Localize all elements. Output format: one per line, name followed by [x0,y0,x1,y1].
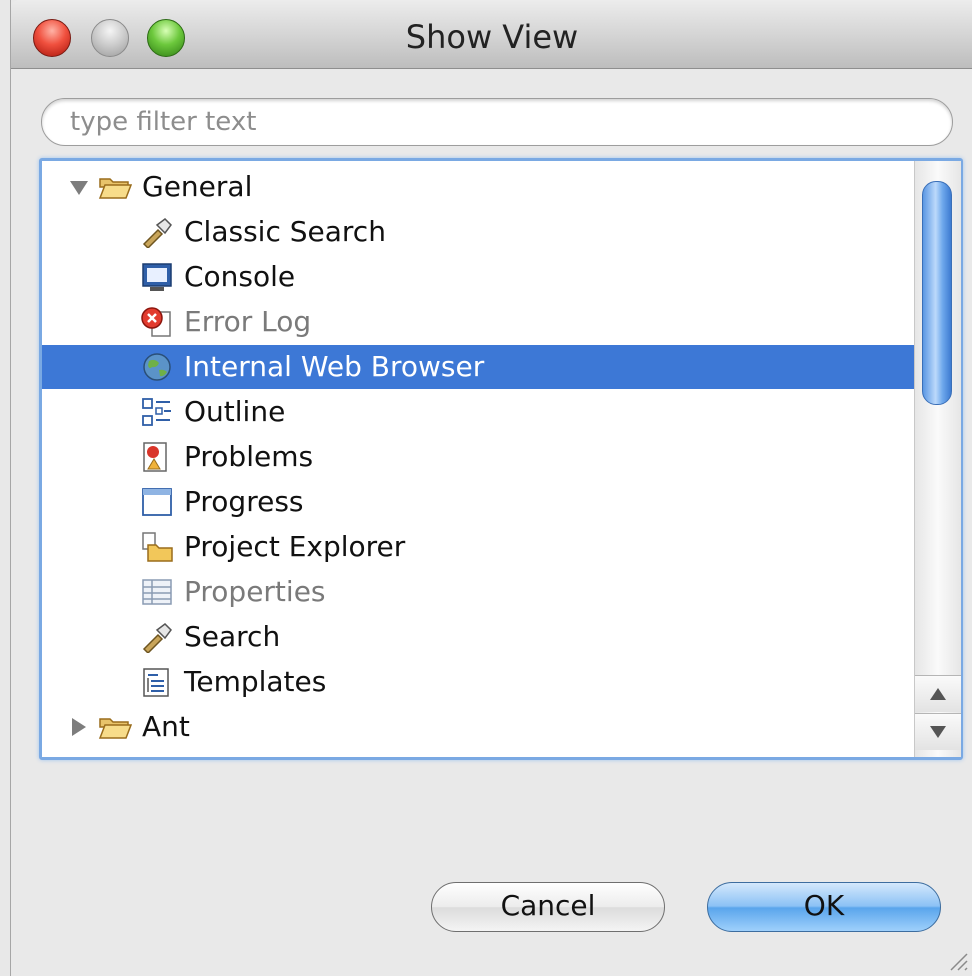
tree-category-general[interactable]: General [42,165,914,209]
tree-list: General Classic Search Console Error Log… [42,161,914,757]
arrow-down-icon [930,726,946,738]
tree-item-internal-web-browser[interactable]: Internal Web Browser [42,345,914,389]
tree-item-progress[interactable]: Progress [42,480,914,524]
tree-category-ant[interactable]: Ant [42,705,914,749]
progress-icon [142,488,172,516]
tree-item-label: Classic Search [184,215,386,248]
tree-item-console[interactable]: Console [42,255,914,299]
tree-item-templates[interactable]: Templates [42,660,914,704]
title-bar[interactable]: Show View [11,0,972,69]
project-explorer-icon [142,532,173,562]
tree-item-label: Outline [184,395,286,428]
tree-category-label: General [142,170,253,203]
templates-icon [143,668,169,697]
tree-item-label: Project Explorer [184,530,406,563]
tree-item-search[interactable]: Search [42,615,914,659]
tree-item-classic-search[interactable]: Classic Search [42,210,914,254]
cancel-button[interactable]: Cancel [431,882,665,932]
tree-item-label: Error Log [184,305,312,338]
folder-open-icon [98,178,132,199]
tree-item-label: Properties [184,575,326,608]
properties-icon [142,579,172,605]
vertical-scrollbar[interactable] [914,161,961,757]
filter-input[interactable] [68,105,932,139]
tree-item-label: Internal Web Browser [184,350,485,383]
view-tree: General Classic Search Console Error Log… [39,158,963,760]
folder-open-icon [98,718,132,739]
console-icon [142,263,172,291]
globe-icon [143,353,171,381]
tree-item-outline[interactable]: Outline [42,390,914,434]
filter-field[interactable] [41,98,953,146]
tree-item-label: Problems [184,440,314,473]
expanded-arrow-icon[interactable] [70,181,88,195]
scroll-up-button[interactable] [915,675,961,712]
collapsed-arrow-icon[interactable] [72,718,86,736]
tree-item-label: Console [184,260,296,293]
scrollbar-thumb[interactable] [922,181,952,405]
problems-icon [143,442,167,472]
tree-item-label: Progress [184,485,304,518]
arrow-up-icon [930,688,946,700]
window-title: Show View [405,18,579,56]
ok-button[interactable]: OK [707,882,941,932]
show-view-dialog: Show View General Classic Search [10,0,972,976]
tree-item-error-log[interactable]: Error Log [42,300,914,344]
tree-category-label: Ant [142,710,190,743]
flashlight-icon [142,218,172,248]
resize-grip-icon[interactable] [945,948,969,972]
tree-item-label: Search [184,620,281,653]
tree-item-properties[interactable]: Properties [42,570,914,614]
scroll-down-button[interactable] [915,713,961,750]
flashlight-icon [142,623,172,653]
outline-icon [142,398,171,426]
tree-item-project-explorer[interactable]: Project Explorer [42,525,914,569]
error-log-icon [141,307,171,337]
tree-item-problems[interactable]: Problems [42,435,914,479]
tree-item-label: Templates [184,665,327,698]
